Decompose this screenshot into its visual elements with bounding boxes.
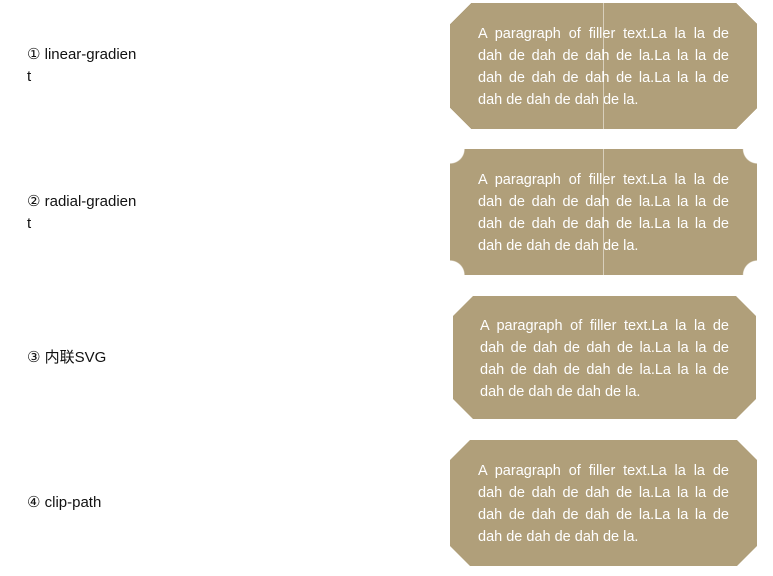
card-text: A paragraph of filler text.La la la de d…	[480, 318, 729, 400]
row-label-clip-path: ④ clip-path	[27, 494, 102, 511]
card-inline-svg: A paragraph of filler text.La la la de d…	[453, 296, 756, 419]
card-text: A paragraph of filler text.La la la de d…	[478, 26, 729, 108]
card-radial-gradient: A paragraph of filler text.La la la de d…	[450, 149, 757, 275]
card-clip-path: A paragraph of filler text.La la la de d…	[450, 440, 757, 566]
card-linear-gradient: A paragraph of filler text.La la la de d…	[450, 3, 757, 129]
card-text: A paragraph of filler text.La la la de d…	[478, 172, 729, 254]
row-label-inline-svg: ③ 内联SVG	[27, 349, 107, 366]
row-label-linear-gradient: ① linear-gradient	[27, 46, 137, 85]
card-text: A paragraph of filler text.La la la de d…	[478, 463, 729, 545]
row-label-radial-gradient: ② radial-gradient	[27, 193, 137, 232]
